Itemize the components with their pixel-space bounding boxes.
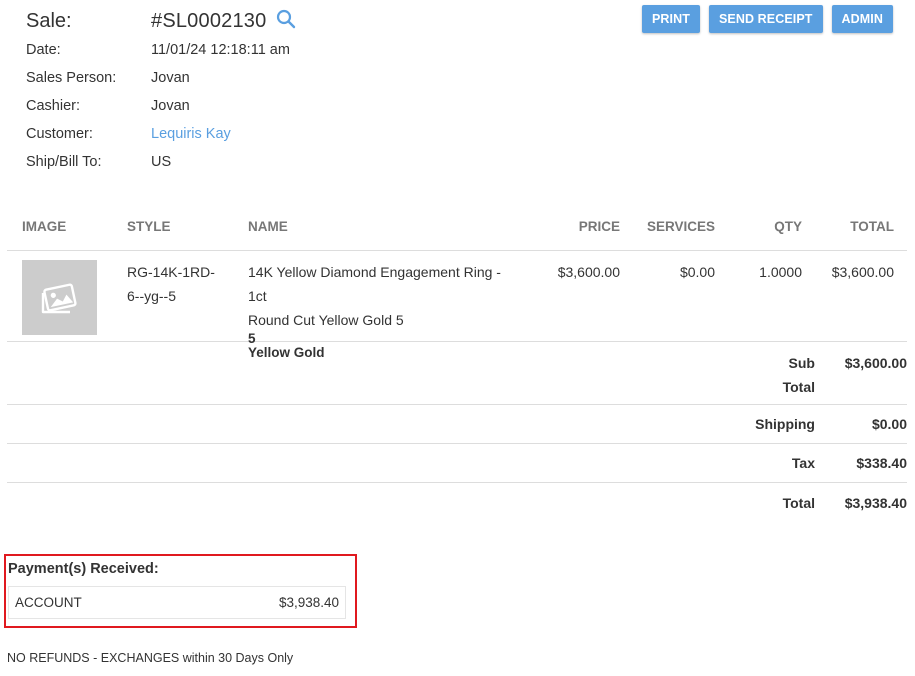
image-placeholder-icon bbox=[22, 260, 97, 335]
sale-number: #SL0002130 bbox=[151, 9, 267, 32]
header-name: NAME bbox=[248, 219, 288, 234]
customer-link[interactable]: Lequiris Kay bbox=[151, 126, 231, 142]
subtotal-label: Sub Total bbox=[730, 351, 815, 399]
total-label: Total bbox=[782, 494, 815, 511]
item-image-cell bbox=[7, 260, 112, 335]
refund-policy-note: NO REFUNDS - EXCHANGES within 30 Days On… bbox=[7, 651, 294, 665]
sale-title-row: Sale: #SL0002130 bbox=[26, 6, 296, 36]
subtotal-label-line1: Sub bbox=[788, 355, 815, 371]
header-price: PRICE bbox=[578, 219, 620, 234]
payment-row: ACCOUNT $3,938.40 bbox=[8, 586, 346, 619]
total-row: Total $3,938.40 bbox=[7, 483, 907, 522]
subtotal-label-line2: Total bbox=[782, 379, 815, 395]
header-qty: QTY bbox=[774, 219, 802, 234]
date-label: Date: bbox=[26, 42, 61, 58]
cashier-label: Cashier: bbox=[26, 98, 80, 114]
total-value: $3,938.40 bbox=[844, 494, 907, 511]
item-style-cell: RG-14K-1RD- 6--yg--5 bbox=[112, 260, 233, 308]
item-total: $3,600.00 bbox=[831, 264, 894, 280]
send-receipt-button[interactable]: SEND RECEIPT bbox=[708, 5, 823, 33]
payments-received-box: Payment(s) Received: ACCOUNT $3,938.40 bbox=[4, 554, 357, 628]
date-row: Date: 11/01/24 12:18:11 am bbox=[26, 36, 296, 64]
payment-method: ACCOUNT bbox=[15, 595, 82, 610]
shipping-value: $0.00 bbox=[871, 416, 907, 432]
table-header: IMAGE STYLE NAME PRICE SERVICES QTY TOTA… bbox=[7, 203, 907, 251]
item-metal: Yellow Gold bbox=[248, 345, 325, 360]
search-icon[interactable] bbox=[276, 9, 296, 33]
admin-button[interactable]: ADMIN bbox=[831, 5, 893, 33]
header-total: TOTAL bbox=[850, 219, 894, 234]
tax-row: Tax $338.40 bbox=[7, 444, 907, 483]
tax-label: Tax bbox=[791, 455, 815, 471]
ship-bill-value: US bbox=[151, 154, 172, 170]
sales-person-value: Jovan bbox=[151, 70, 190, 86]
item-price: $3,600.00 bbox=[557, 264, 620, 280]
item-name-line2: Round Cut Yellow Gold 5 bbox=[248, 312, 404, 328]
sale-items-table: IMAGE STYLE NAME PRICE SERVICES QTY TOTA… bbox=[7, 203, 907, 522]
shipping-label: Shipping bbox=[755, 416, 815, 432]
header-style: STYLE bbox=[127, 219, 171, 234]
header-services: SERVICES bbox=[646, 219, 715, 234]
cashier-value: Jovan bbox=[151, 98, 190, 114]
payments-title: Payment(s) Received: bbox=[8, 561, 159, 577]
print-button[interactable]: PRINT bbox=[641, 5, 700, 33]
sales-person-label: Sales Person: bbox=[26, 70, 117, 86]
item-size: 5 bbox=[248, 331, 256, 346]
ship-bill-row: Ship/Bill To: US bbox=[26, 148, 296, 176]
tax-value: $338.40 bbox=[856, 455, 907, 471]
item-services: $0.00 bbox=[679, 264, 715, 280]
header-image: IMAGE bbox=[22, 219, 67, 234]
date-value: 11/01/24 12:18:11 am bbox=[151, 42, 290, 58]
sale-label: Sale: bbox=[26, 9, 72, 32]
customer-row: Customer: Lequiris Kay bbox=[26, 120, 296, 148]
sale-info: Sale: #SL0002130 Date: 11/01/24 12:18:11… bbox=[26, 6, 296, 176]
payment-amount: $3,938.40 bbox=[278, 595, 339, 610]
shipping-row: Shipping $0.00 bbox=[7, 405, 907, 444]
subtotal-value: $3,600.00 bbox=[844, 355, 907, 371]
ship-bill-label: Ship/Bill To: bbox=[26, 154, 102, 170]
table-row: RG-14K-1RD- 6--yg--5 14K Yellow Diamond … bbox=[7, 251, 907, 360]
item-style-line1: RG-14K-1RD- bbox=[127, 264, 215, 280]
sales-person-row: Sales Person: Jovan bbox=[26, 64, 296, 92]
cashier-row: Cashier: Jovan bbox=[26, 92, 296, 120]
action-buttons: PRINT SEND RECEIPT ADMIN bbox=[641, 5, 893, 33]
item-qty: 1.0000 bbox=[759, 264, 802, 280]
item-style-line2: 6--yg--5 bbox=[127, 288, 177, 304]
item-name-line1: 14K Yellow Diamond Engagement Ring - 1ct bbox=[248, 264, 501, 304]
item-name-cell: 14K Yellow Diamond Engagement Ring - 1ct… bbox=[233, 260, 523, 360]
customer-label: Customer: bbox=[26, 126, 93, 142]
